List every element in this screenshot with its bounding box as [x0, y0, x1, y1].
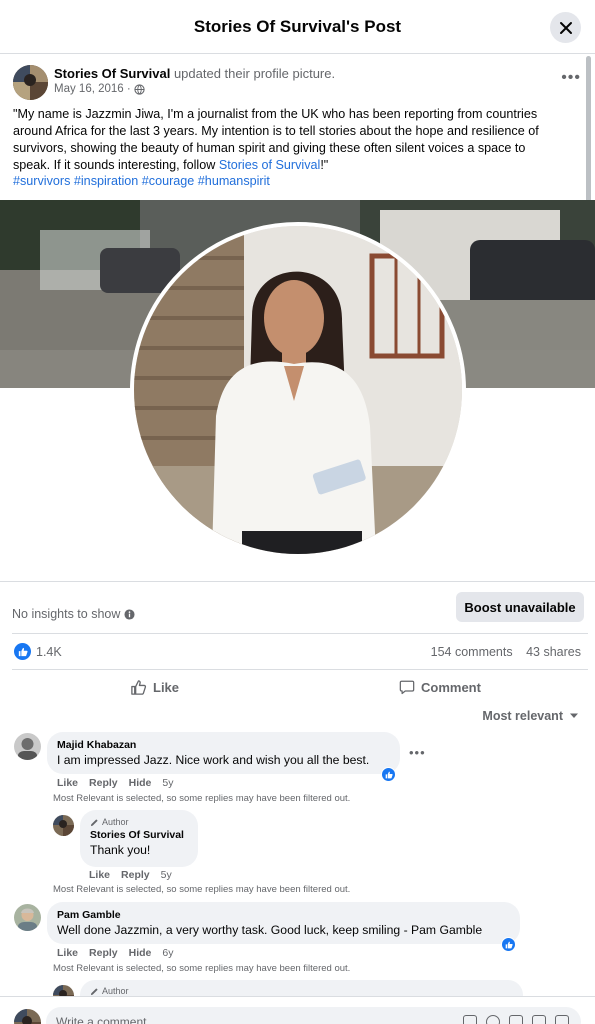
- shares-count[interactable]: 43 shares: [526, 645, 581, 659]
- post-text-line: "My name is Jazzmin Jiwa, I'm a journali…: [13, 107, 538, 121]
- composer-icons: [463, 1015, 569, 1024]
- post-text-line: around Africa for the last 3 years. My i…: [13, 124, 539, 138]
- commenter-avatar[interactable]: [14, 733, 41, 760]
- comments-count[interactable]: 154 comments: [431, 645, 513, 659]
- comment-input-placeholder: Write a comment...: [56, 1015, 157, 1024]
- reply-bubble: Author Stories Of Survival Thank you!: [80, 810, 198, 867]
- commenter-name[interactable]: Majid Khabazan: [57, 738, 390, 752]
- divider: [12, 633, 588, 634]
- insights-label: No insights to show: [12, 607, 121, 621]
- comment-actions: Like Reply Hide 5y: [57, 777, 184, 789]
- page-avatar[interactable]: [13, 65, 48, 100]
- engagement-counts: 154 comments 43 shares: [431, 645, 581, 659]
- gif-icon[interactable]: [532, 1015, 546, 1024]
- comment-input[interactable]: Write a comment...: [46, 1007, 581, 1024]
- sticker-icon[interactable]: [555, 1015, 569, 1024]
- commenter-name[interactable]: Stories Of Survival: [90, 828, 188, 842]
- comment-time[interactable]: 5y: [161, 869, 172, 881]
- comment-like-link[interactable]: Like: [57, 777, 78, 789]
- close-button[interactable]: [550, 12, 581, 43]
- comment-text: Well done Jazzmin, a very worthy task. G…: [57, 923, 483, 937]
- post-action: updated their profile picture.: [173, 66, 336, 81]
- pencil-icon: [90, 987, 98, 995]
- comment-composer: Write a comment...: [0, 996, 595, 1024]
- author-tag: Author: [90, 816, 188, 828]
- page-link[interactable]: Stories of Survival: [219, 158, 321, 172]
- boost-button[interactable]: Boost unavailable: [456, 592, 584, 622]
- info-icon[interactable]: [124, 608, 135, 620]
- comment-text: I am impressed Jazz. Nice work and wish …: [57, 753, 370, 767]
- comment-reply-link[interactable]: Reply: [89, 947, 118, 959]
- modal-header: Stories Of Survival's Post: [0, 0, 595, 54]
- more-options-icon[interactable]: •••: [561, 69, 581, 87]
- post-hashtags[interactable]: #survivors #inspiration #courage #humans…: [13, 174, 270, 188]
- camera-icon[interactable]: [509, 1015, 523, 1024]
- avatar-sticker-icon[interactable]: [463, 1015, 477, 1024]
- filter-note: Most Relevant is selected, so some repli…: [53, 793, 351, 804]
- post-author[interactable]: Stories Of Survival: [54, 66, 170, 81]
- reply-author-avatar[interactable]: [53, 815, 74, 836]
- post-date-line: May 16, 2016 ·: [54, 83, 145, 95]
- comment-reply-link[interactable]: Reply: [121, 869, 150, 881]
- commenter-name[interactable]: Pam Gamble: [57, 908, 510, 922]
- modal-title: Stories Of Survival's Post: [193, 17, 402, 36]
- author-tag-label: Author: [102, 817, 129, 827]
- current-user-avatar[interactable]: [14, 1009, 41, 1024]
- reactions-summary[interactable]: 1.4K: [14, 643, 62, 660]
- comment-actions: Like Reply Hide 6y: [57, 947, 184, 959]
- comment-bubble: Majid Khabazan I am impressed Jazz. Nice…: [47, 732, 400, 774]
- like-reaction-icon: [14, 643, 31, 660]
- post-header: Stories Of Survival updated their profil…: [13, 64, 583, 100]
- globe-icon: [134, 83, 145, 95]
- comment-button[interactable]: Comment: [399, 679, 481, 695]
- divider: [12, 669, 588, 670]
- close-icon: [559, 21, 572, 34]
- post-body: "My name is Jazzmin Jiwa, I'm a journali…: [13, 106, 583, 174]
- commenter-avatar[interactable]: [14, 904, 41, 931]
- scrollbar[interactable]: [586, 56, 591, 220]
- comment-like-reaction-icon[interactable]: [381, 767, 396, 782]
- post-text-line: survivors, showing the beauty of human s…: [13, 141, 526, 155]
- comment-like-link[interactable]: Like: [89, 869, 110, 881]
- post-text-segment: !": [320, 158, 329, 172]
- comment-text: Thank you!: [90, 843, 151, 857]
- comment-hide-link[interactable]: Hide: [129, 777, 152, 789]
- sort-dropdown[interactable]: Most relevant: [482, 709, 579, 723]
- comment-label: Comment: [421, 679, 481, 695]
- profile-picture: [130, 222, 466, 558]
- like-label: Like: [153, 680, 180, 695]
- post-date[interactable]: May 16, 2016 ·: [54, 83, 131, 95]
- comment-hide-link[interactable]: Hide: [129, 947, 152, 959]
- post-text-segment: speak. If it sounds interesting, follow: [13, 158, 219, 172]
- post-text-line: speak. If it sounds interesting, follow …: [13, 157, 583, 174]
- comment-time[interactable]: 6y: [162, 947, 173, 959]
- post-author-line: Stories Of Survival updated their profil…: [54, 66, 335, 81]
- pencil-icon: [90, 818, 98, 826]
- emoji-icon[interactable]: [486, 1015, 500, 1024]
- comment-bubble: Pam Gamble Well done Jazzmin, a very wor…: [47, 902, 520, 944]
- post-photo[interactable]: [0, 200, 595, 582]
- comment-like-link[interactable]: Like: [57, 947, 78, 959]
- filter-note: Most Relevant is selected, so some repli…: [53, 884, 351, 895]
- comment-time[interactable]: 5y: [162, 777, 173, 789]
- reactions-count: 1.4K: [36, 644, 62, 659]
- insights-row: No insights to show: [12, 607, 135, 621]
- caret-down-icon: [570, 713, 578, 718]
- comment-like-reaction-icon[interactable]: [501, 937, 516, 952]
- comment-icon: [399, 680, 415, 695]
- sort-label: Most relevant: [482, 709, 563, 723]
- like-button[interactable]: Like: [130, 679, 179, 696]
- filter-note: Most Relevant is selected, so some repli…: [53, 963, 351, 974]
- thumbs-up-icon: [131, 680, 147, 695]
- comment-actions: Like Reply 5y: [89, 869, 183, 881]
- comment-reply-link[interactable]: Reply: [89, 777, 118, 789]
- comment-more-icon[interactable]: •••: [409, 745, 426, 760]
